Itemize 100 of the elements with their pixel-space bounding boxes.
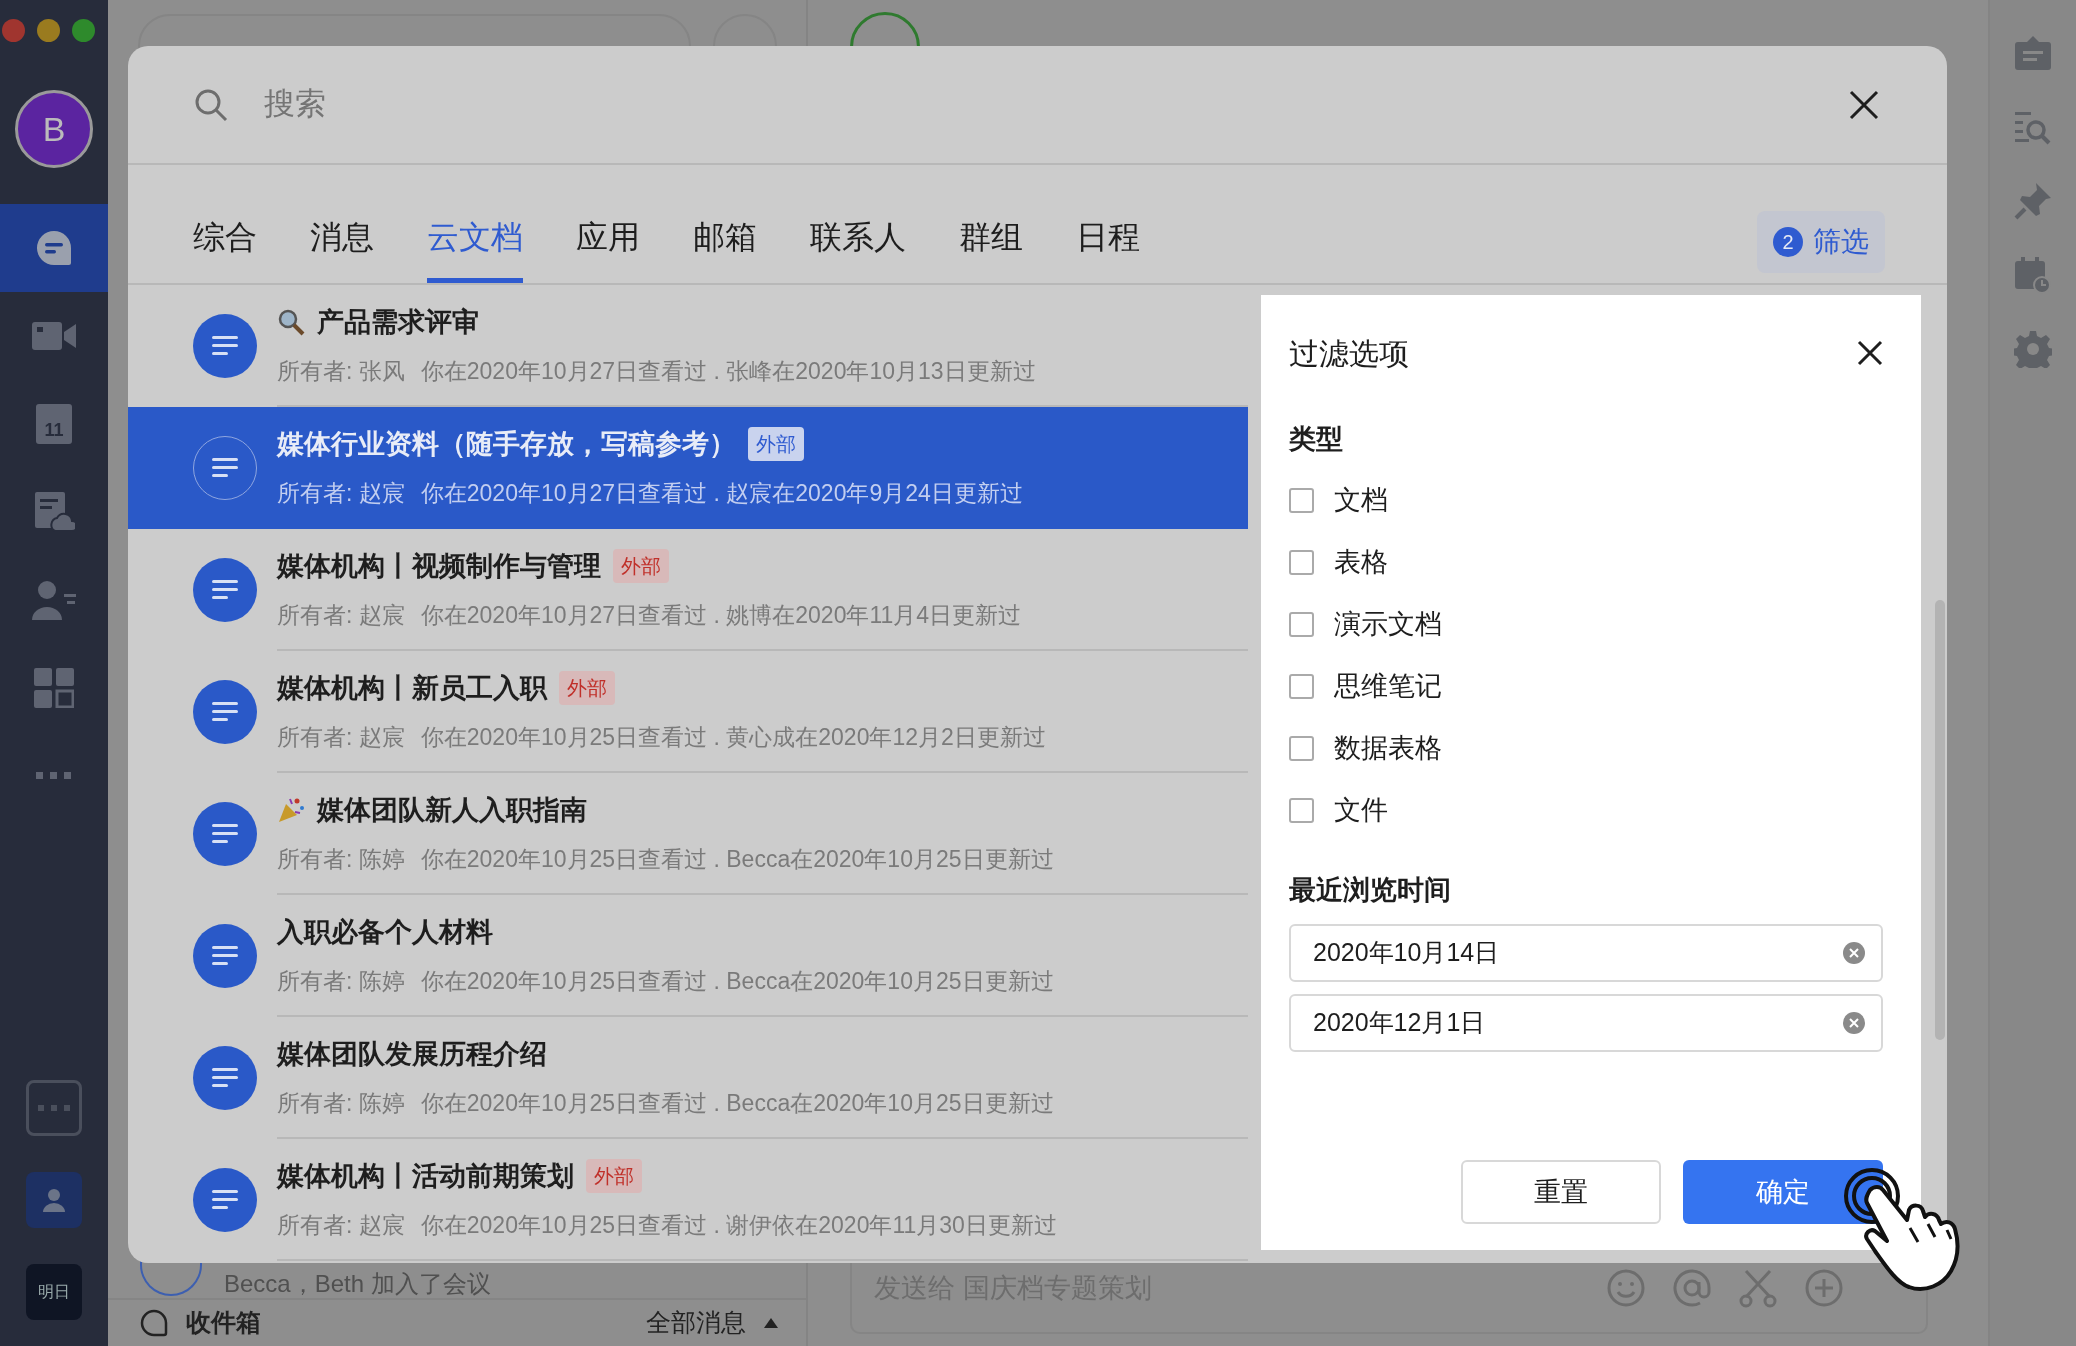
- cloud-document-icon: [33, 491, 75, 533]
- tab[interactable]: 联系人: [810, 217, 906, 283]
- filter-button[interactable]: 2 筛选: [1757, 211, 1885, 273]
- tab[interactable]: 云文档: [427, 217, 523, 283]
- magnifier-icon: [277, 307, 305, 336]
- section-heading: 类型: [1289, 423, 1344, 456]
- inbox-label: 收件箱: [186, 1307, 262, 1339]
- mention-icon[interactable]: [1672, 1268, 1712, 1308]
- result-row[interactable]: 媒体团队发展历程介绍 所有者: 陈婷 你在2020年10月25日查看过 . Becca在2020年10月25日更新过: [128, 1017, 1248, 1139]
- count-badge: 2: [1773, 227, 1803, 257]
- contacts-icon: [32, 580, 76, 620]
- checkbox[interactable]: [1289, 798, 1314, 823]
- close-button[interactable]: [1849, 89, 1879, 120]
- result-row[interactable]: 媒体机构丨视频制作与管理 外部 所有者: 赵宸 你在2020年10月27日查看过 . 姚博在2020年11月4日更新过: [128, 529, 1248, 651]
- tab[interactable]: 邮箱: [693, 217, 757, 283]
- close-icon: [1857, 340, 1883, 366]
- checkbox[interactable]: [1289, 550, 1314, 575]
- owner-text: 所有者: 赵宸: [277, 601, 405, 630]
- activity-text: 你在2020年10月25日查看过 . Becca在2020年10月25日更新过: [420, 1089, 1054, 1118]
- window-control[interactable]: [2, 19, 25, 42]
- scrollbar[interactable]: [1935, 600, 1945, 1040]
- more-icon: [38, 1105, 70, 1111]
- pin-icon[interactable]: [2014, 182, 2052, 220]
- section-heading: 最近浏览时间: [1289, 873, 1452, 907]
- close-icon: [1849, 89, 1879, 120]
- calendar-icon: 11: [36, 404, 72, 444]
- tomorrow-button[interactable]: 明日: [26, 1264, 82, 1320]
- checkbox[interactable]: [1289, 488, 1314, 513]
- document-title[interactable]: 媒体团队发展历程介绍: [277, 1033, 547, 1074]
- owner-text: 所有者: 张风: [277, 357, 405, 386]
- plus-icon[interactable]: [1804, 1268, 1844, 1308]
- result-row[interactable]: 入职必备个人材料 所有者: 陈婷 你在2020年10月25日查看过 . Becca在2020年10月25日更新过: [128, 895, 1248, 1017]
- activity-text: 你在2020年10月25日查看过 . Becca在2020年10月25日更新过: [420, 845, 1054, 874]
- panel-title: 过滤选项: [1289, 335, 1409, 372]
- more-icon: [36, 772, 72, 780]
- settings-icon[interactable]: [2014, 330, 2052, 368]
- owner-text: 所有者: 赵宸: [277, 723, 405, 752]
- checkbox-label: 数据表格: [1334, 732, 1442, 766]
- document-title[interactable]: 入职必备个人材料: [277, 911, 493, 952]
- activity-text: 你在2020年10月25日查看过 . 黄心成在2020年12月2日更新过: [420, 723, 1046, 752]
- tab[interactable]: 群组: [959, 217, 1023, 283]
- owner-text: 所有者: 赵宸: [277, 479, 405, 508]
- result-row[interactable]: 媒体机构丨新员工入职 外部 所有者: 赵宸 你在2020年10月25日查看过 . 黄心成在2020年12月2日更新过: [128, 651, 1248, 773]
- external-tag: 外部: [748, 426, 804, 461]
- user-avatar[interactable]: B: [15, 90, 93, 168]
- more-apps-button[interactable]: [26, 1080, 82, 1136]
- smile-icon[interactable]: [1606, 1268, 1646, 1308]
- document-title[interactable]: 媒体机构丨新员工入职: [277, 667, 547, 708]
- search-field[interactable]: 搜索: [262, 80, 1815, 129]
- checkbox[interactable]: [1289, 674, 1314, 699]
- search-icon: [194, 87, 228, 122]
- date-field[interactable]: 2020年12月1日: [1289, 994, 1883, 1052]
- checkbox[interactable]: [1289, 736, 1314, 761]
- tab[interactable]: 消息: [310, 217, 374, 283]
- external-tag: 外部: [559, 670, 615, 705]
- external-tag: 外部: [613, 548, 669, 583]
- result-row[interactable]: 媒体行业资料（随手存放，写稿参考） 外部 所有者: 赵宸 你在2020年10月27日查看过 . 赵宸在2020年9月24日更新过: [128, 407, 1248, 529]
- briefcase-icon[interactable]: [2014, 34, 2052, 72]
- owner-text: 所有者: 赵宸: [277, 1211, 405, 1240]
- sidebar-item[interactable]: [0, 204, 108, 292]
- checkbox[interactable]: [1289, 612, 1314, 637]
- checkbox-label: 文档: [1334, 484, 1388, 518]
- owner-text: 所有者: 陈婷: [277, 845, 405, 874]
- document-title[interactable]: 媒体机构丨视频制作与管理: [277, 545, 601, 586]
- window-control[interactable]: [72, 19, 95, 42]
- document-title[interactable]: 产品需求评审: [317, 301, 479, 342]
- checkbox-label: 演示文档: [1334, 608, 1442, 642]
- calendar-clock-icon[interactable]: [2014, 256, 2052, 294]
- chat-bubble-icon: [140, 1309, 168, 1337]
- document-title[interactable]: 媒体团队新人入职指南: [317, 789, 587, 830]
- activity-text: 你在2020年10月25日查看过 . 谢伊依在2020年11月30日更新过: [420, 1211, 1057, 1240]
- caret-icon: [764, 1318, 778, 1328]
- reset-button[interactable]: 重置: [1461, 1160, 1661, 1224]
- confirm-button[interactable]: 确定: [1683, 1160, 1883, 1224]
- scissors-icon[interactable]: [1738, 1268, 1778, 1308]
- owner-text: 所有者: 陈婷: [277, 967, 405, 996]
- clear-icon[interactable]: [1843, 1012, 1865, 1034]
- apps-grid-icon: [34, 668, 74, 708]
- video-icon: [32, 320, 76, 352]
- close-button[interactable]: [1857, 340, 1883, 366]
- activity-text: 你在2020年10月25日查看过 . Becca在2020年10月25日更新过: [420, 967, 1054, 996]
- clear-icon[interactable]: [1843, 942, 1865, 964]
- date-field[interactable]: 2020年10月14日: [1289, 924, 1883, 982]
- external-tag: 外部: [586, 1158, 642, 1193]
- profile-button[interactable]: [26, 1172, 82, 1228]
- window-control[interactable]: [37, 19, 60, 42]
- document-title[interactable]: 媒体行业资料（随手存放，写稿参考）: [277, 423, 736, 464]
- tab[interactable]: 综合: [193, 217, 257, 283]
- tab[interactable]: 应用: [576, 217, 640, 283]
- checkbox-label: 思维笔记: [1334, 670, 1442, 704]
- result-row[interactable]: 媒体团队新人入职指南 所有者: 陈婷 你在2020年10月25日查看过 . Becca在2020年10月25日更新过: [128, 773, 1248, 895]
- checkbox-label: 文件: [1334, 794, 1388, 828]
- chat-icon: [34, 228, 74, 268]
- tab[interactable]: 日程: [1076, 217, 1140, 283]
- message-preview: Becca，Beth 加入了会议: [224, 1272, 491, 1296]
- activity-text: 你在2020年10月27日查看过 . 姚博在2020年11月4日更新过: [420, 601, 1022, 630]
- filter-dropdown[interactable]: 全部消息: [646, 1304, 746, 1342]
- document-title[interactable]: 媒体机构丨活动前期策划: [277, 1155, 574, 1196]
- checkbox-label: 表格: [1334, 546, 1388, 580]
- person-icon: [42, 1188, 66, 1212]
